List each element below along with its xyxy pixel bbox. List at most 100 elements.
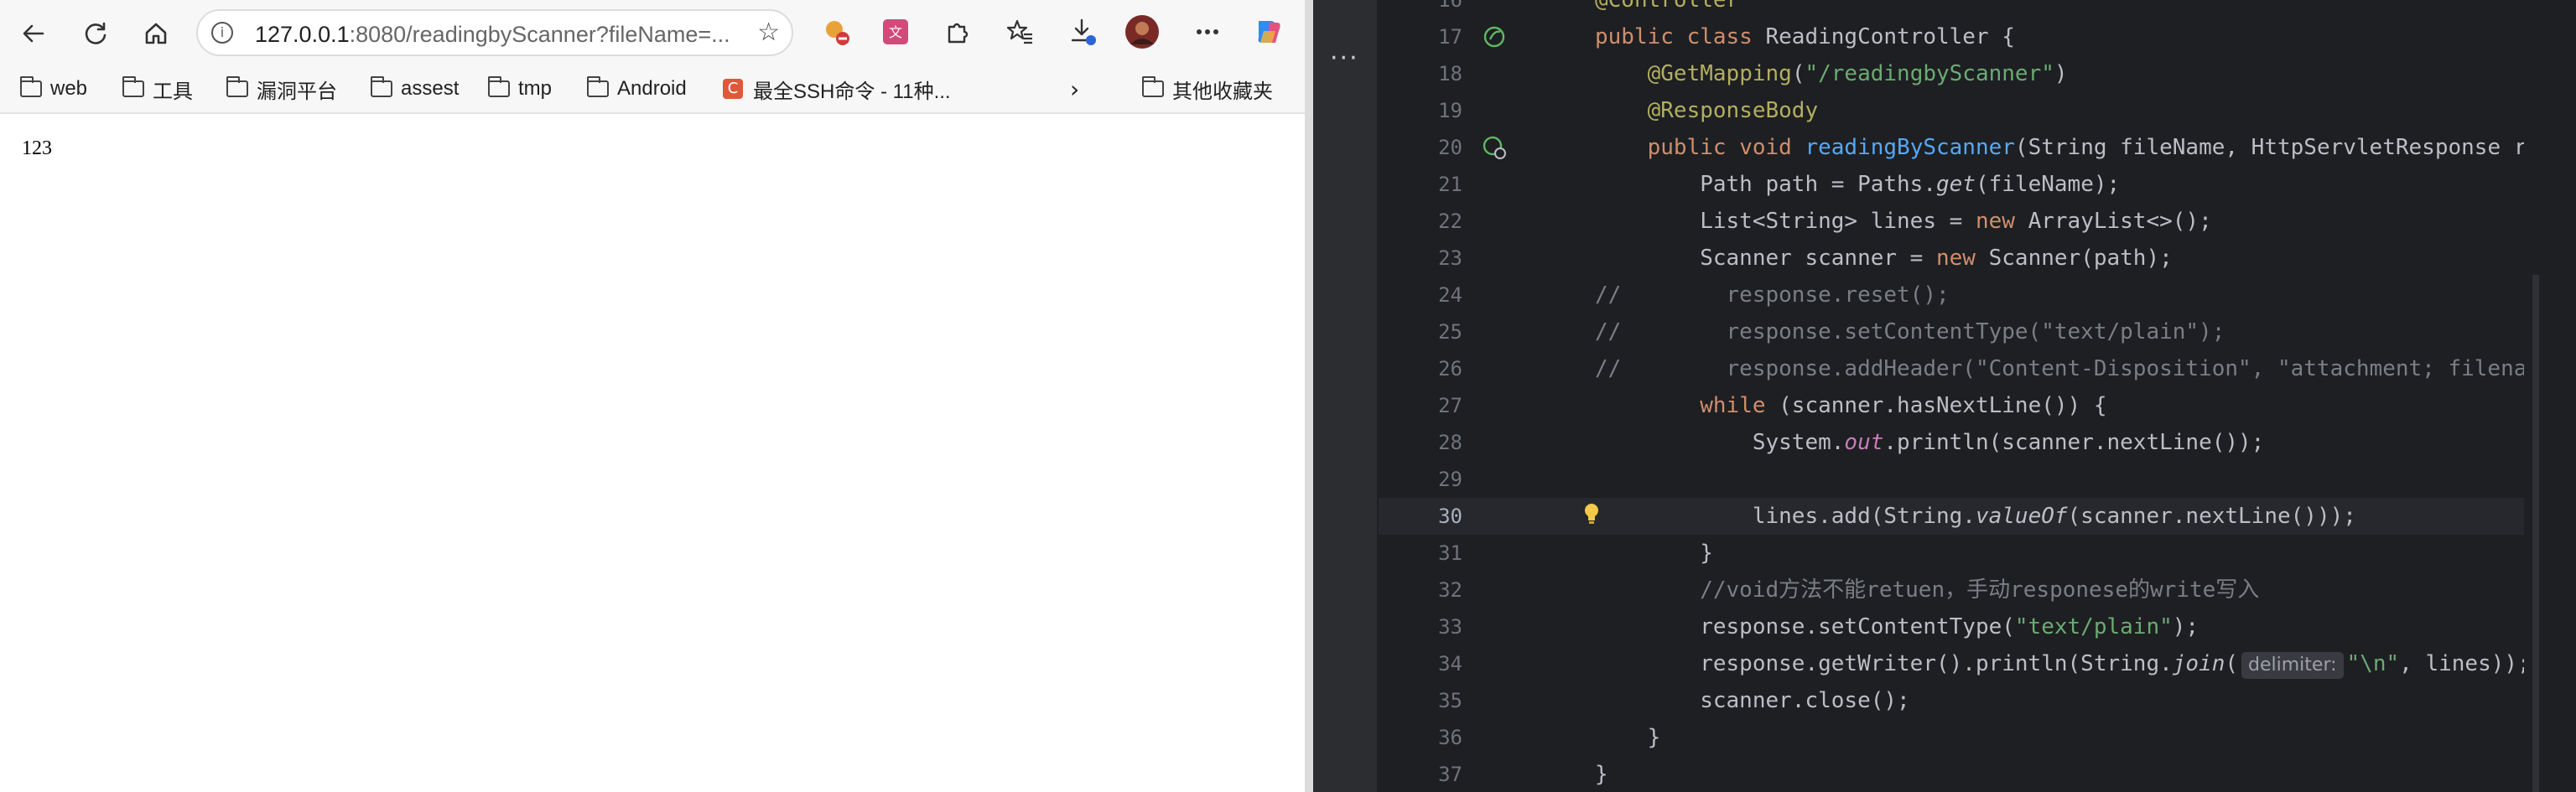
code-line: 27 while (scanner.hasNextLine()) {	[1379, 387, 2524, 424]
favorites-icon[interactable]	[1001, 13, 1038, 50]
bookmark-android[interactable]: Android	[586, 74, 687, 104]
line-number: 20	[1438, 136, 1462, 159]
line-number: 34	[1438, 652, 1462, 676]
code-line-current: 30 lines.add(String.valueOf(scanner.next…	[1379, 498, 2524, 535]
line-number: 27	[1438, 394, 1462, 417]
line-number: 31	[1438, 541, 1462, 565]
downloads-icon[interactable]	[1065, 13, 1102, 50]
code-text: @Controller	[1595, 0, 1740, 13]
reload-icon	[85, 22, 106, 44]
code-editor[interactable]: 16 @Controller 17 public class ReadingCo…	[1379, 0, 2524, 792]
code-line: 35 scanner.close();	[1379, 682, 2524, 719]
code-line: 29	[1379, 461, 2524, 498]
line-number: 16	[1438, 0, 1462, 12]
more-menu-icon[interactable]	[1189, 13, 1226, 50]
site-favicon-icon: C	[723, 79, 743, 99]
code-text: //void方法不能retuen，手动responese的write写入	[1595, 577, 2260, 603]
bookmark-star-icon[interactable]: ☆	[757, 18, 780, 47]
reload-button[interactable]	[75, 13, 116, 54]
code-line: 20 public void readingByScanner(String f…	[1379, 129, 2524, 166]
ide-right-strip	[2553, 0, 2576, 792]
url-text[interactable]: 127.0.0.1:8080/readingbyScanner?fileName…	[255, 22, 733, 48]
spring-bean-gutter-icon[interactable]	[1481, 23, 1508, 50]
bookmark-web[interactable]: web	[19, 74, 87, 104]
request-mapping-gutter-icon[interactable]	[1481, 134, 1508, 161]
inlay-hint: delimiter:	[2241, 652, 2344, 679]
svg-text:文: 文	[889, 24, 902, 40]
line-number: 37	[1438, 763, 1462, 786]
line-number: 19	[1438, 99, 1462, 122]
code-text: List<String> lines = new ArrayList<>();	[1595, 209, 2212, 234]
ide-window: ··· 16 @Controller 17 public class Readi…	[1313, 0, 2576, 792]
folder-icon	[122, 76, 144, 97]
code-text: Scanner scanner = new Scanner(path);	[1595, 246, 2173, 271]
code-line: 32 //void方法不能retuen，手动responese的write写入	[1379, 572, 2524, 608]
folder-icon	[19, 76, 42, 97]
site-info-icon[interactable]: i	[211, 22, 233, 44]
back-arrow-icon	[23, 24, 44, 43]
more-tools-icon[interactable]: ···	[1330, 44, 1359, 73]
line-number: 24	[1438, 283, 1462, 307]
code-text: }	[1595, 762, 1608, 787]
code-line: 18 @GetMapping("/readingbyScanner")	[1379, 55, 2524, 92]
line-number: 26	[1438, 357, 1462, 380]
code-line: 33 response.setContentType("text/plain")…	[1379, 608, 2524, 645]
line-number: 35	[1438, 689, 1462, 712]
line-number: 17	[1438, 25, 1462, 49]
extensions-puzzle-icon[interactable]	[939, 13, 976, 50]
line-number: 21	[1438, 173, 1462, 196]
address-bar[interactable]: i 127.0.0.1:8080/readingbyScanner?fileNa…	[196, 9, 793, 56]
code-text: public void readingByScanner(String file…	[1647, 135, 2524, 160]
line-number: 18	[1438, 62, 1462, 85]
code-line: 28 System.out.println(scanner.nextLine()…	[1379, 424, 2524, 461]
line-number: 33	[1438, 615, 1462, 639]
code-text: while (scanner.hasNextLine()) {	[1700, 393, 2107, 418]
line-number: 36	[1438, 726, 1462, 749]
code-line: 21 Path path = Paths.get(fileName);	[1379, 166, 2524, 203]
line-number: 28	[1438, 431, 1462, 454]
code-line: 25 // response.setContentType("text/plai…	[1379, 313, 2524, 350]
bookmark-other-favorites[interactable]: 其他收藏夹	[1141, 74, 1273, 104]
code-text: // response.setContentType("text/plain")…	[1595, 319, 2225, 344]
code-text: @GetMapping("/readingbyScanner")	[1647, 61, 2068, 86]
folder-icon	[1141, 76, 1164, 97]
bookmark-vuln-platform[interactable]: 漏洞平台	[226, 74, 337, 104]
code-text: public class ReadingController {	[1595, 24, 2015, 49]
browser-window: i 127.0.0.1:8080/readingbyScanner?fileNa…	[0, 0, 1305, 792]
folder-icon	[226, 76, 248, 97]
extension-blocker-icon[interactable]	[818, 13, 855, 50]
response-text: 123	[22, 137, 52, 159]
code-text: }	[1595, 541, 1713, 566]
home-icon	[145, 23, 167, 44]
code-line: 22 List<String> lines = new ArrayList<>(…	[1379, 203, 2524, 240]
browser-toolbar: i 127.0.0.1:8080/readingbyScanner?fileNa…	[0, 0, 1305, 65]
editor-scrollbar-thumb[interactable]	[2532, 275, 2539, 792]
profile-avatar[interactable]	[1124, 13, 1161, 50]
code-line: 23 Scanner scanner = new Scanner(path);	[1379, 240, 2524, 277]
translate-extension-icon[interactable]: 文	[877, 13, 914, 50]
lightbulb-icon[interactable]	[1583, 503, 1600, 525]
folder-icon	[370, 76, 392, 97]
line-number: 23	[1438, 246, 1462, 270]
code-text: System.out.println(scanner.nextLine());	[1595, 430, 2265, 455]
window-divider	[1305, 0, 1313, 792]
code-line: 16 @Controller	[1379, 0, 2524, 18]
home-button[interactable]	[136, 13, 176, 54]
back-button[interactable]	[13, 13, 54, 54]
code-line: 34 response.getWriter().println(String.j…	[1379, 645, 2524, 682]
chevron-right-icon[interactable]: ›	[1070, 74, 1079, 104]
bookmark-assest[interactable]: assest	[370, 74, 459, 104]
code-text: scanner.close();	[1595, 688, 1910, 713]
copilot-icon[interactable]	[1249, 13, 1286, 50]
line-number: 25	[1438, 320, 1462, 344]
ide-tool-strip: ···	[1313, 0, 1379, 792]
bookmark-ssh-commands[interactable]: C 最全SSH命令 - 11种...	[723, 74, 951, 104]
bookmark-tmp[interactable]: tmp	[487, 74, 552, 104]
bookmark-tools[interactable]: 工具	[122, 74, 193, 104]
code-line: 17 public class ReadingController {	[1379, 18, 2524, 55]
code-text: // response.reset();	[1595, 282, 1950, 308]
code-text: response.setContentType("text/plain");	[1595, 614, 2199, 639]
line-number: 32	[1438, 578, 1462, 602]
code-text: }	[1595, 725, 1661, 750]
code-text: lines.add(String.valueOf(scanner.nextLin…	[1595, 504, 2356, 529]
